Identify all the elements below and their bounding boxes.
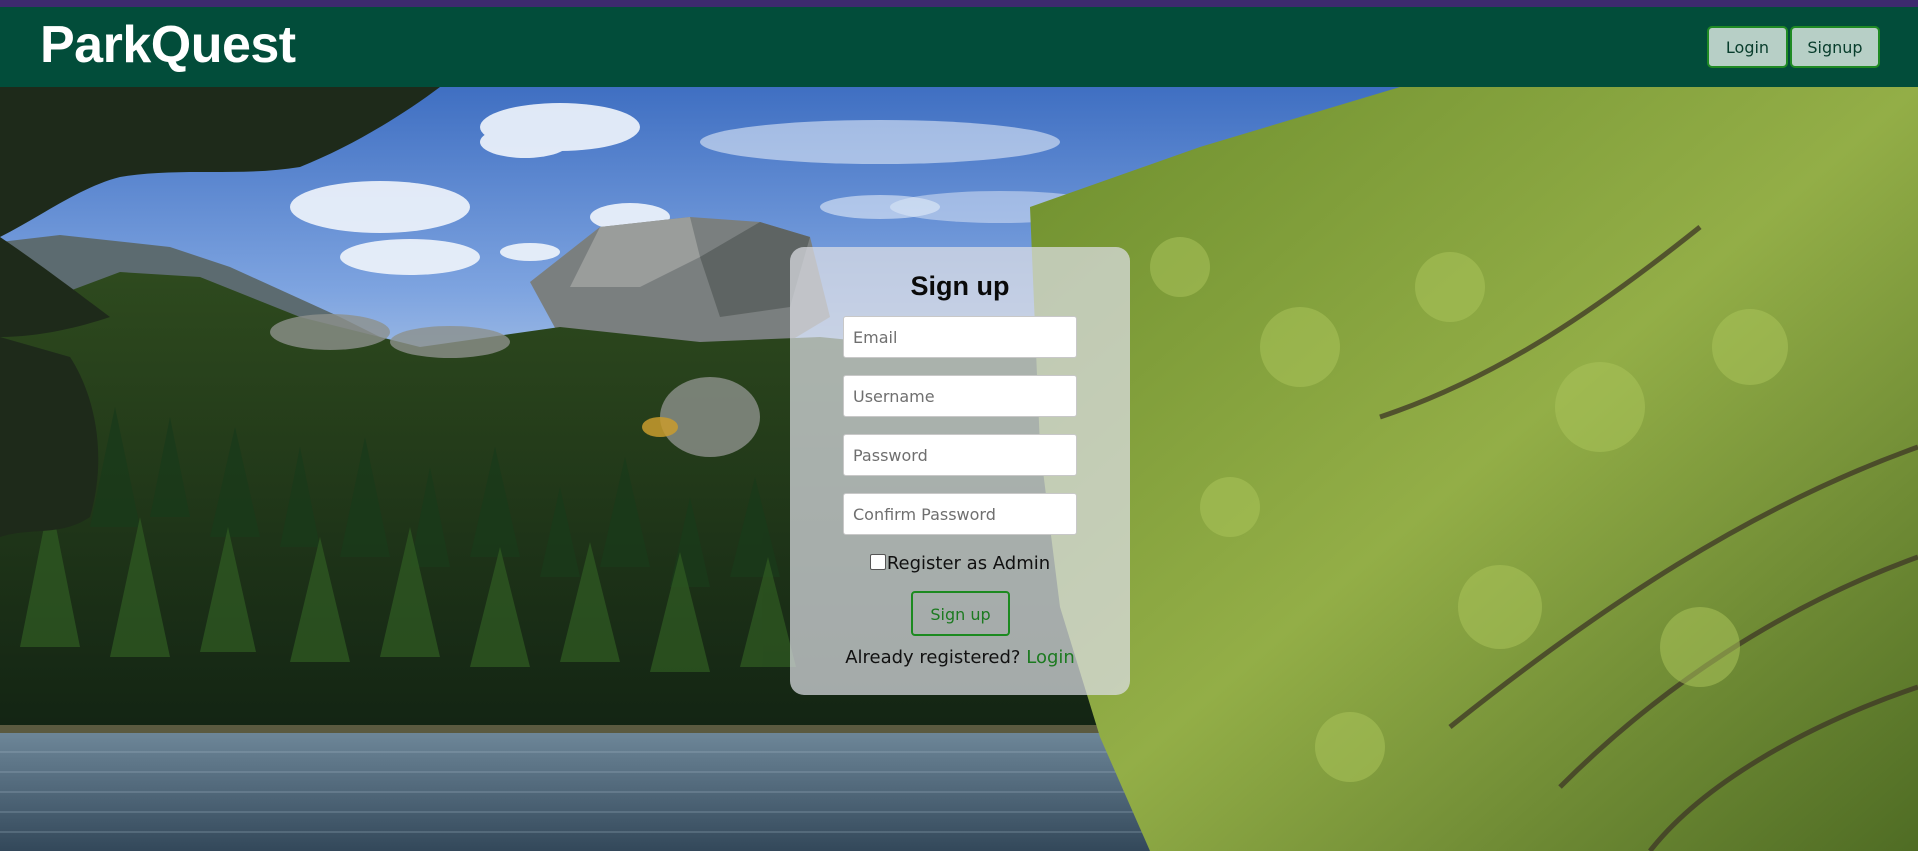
register-admin-checkbox[interactable] [869, 554, 886, 570]
confirm-password-input[interactable] [843, 493, 1077, 535]
nav-signup-button[interactable]: Signup [1790, 26, 1880, 68]
already-registered-row: Already registered? Login [790, 647, 1130, 668]
signup-submit-button[interactable]: Sign up [911, 591, 1010, 636]
password-input[interactable] [843, 434, 1077, 476]
username-input[interactable] [843, 375, 1077, 417]
nav-login-button[interactable]: Login [1707, 26, 1788, 68]
admin-option-row: Register as Admin [790, 553, 1130, 574]
login-link[interactable]: Login [1026, 647, 1075, 668]
email-input[interactable] [843, 316, 1077, 358]
already-registered-text: Already registered? [845, 647, 1021, 668]
signup-title: Sign up [910, 271, 1010, 301]
brand-logo[interactable]: ParkQuest [40, 19, 296, 71]
register-admin-label[interactable]: Register as Admin [887, 553, 1050, 574]
navbar: ParkQuest Login Signup [0, 7, 1918, 87]
signup-card: Sign up Register as Admin Sign up Alread… [790, 247, 1130, 695]
top-accent-strip [0, 0, 1918, 7]
